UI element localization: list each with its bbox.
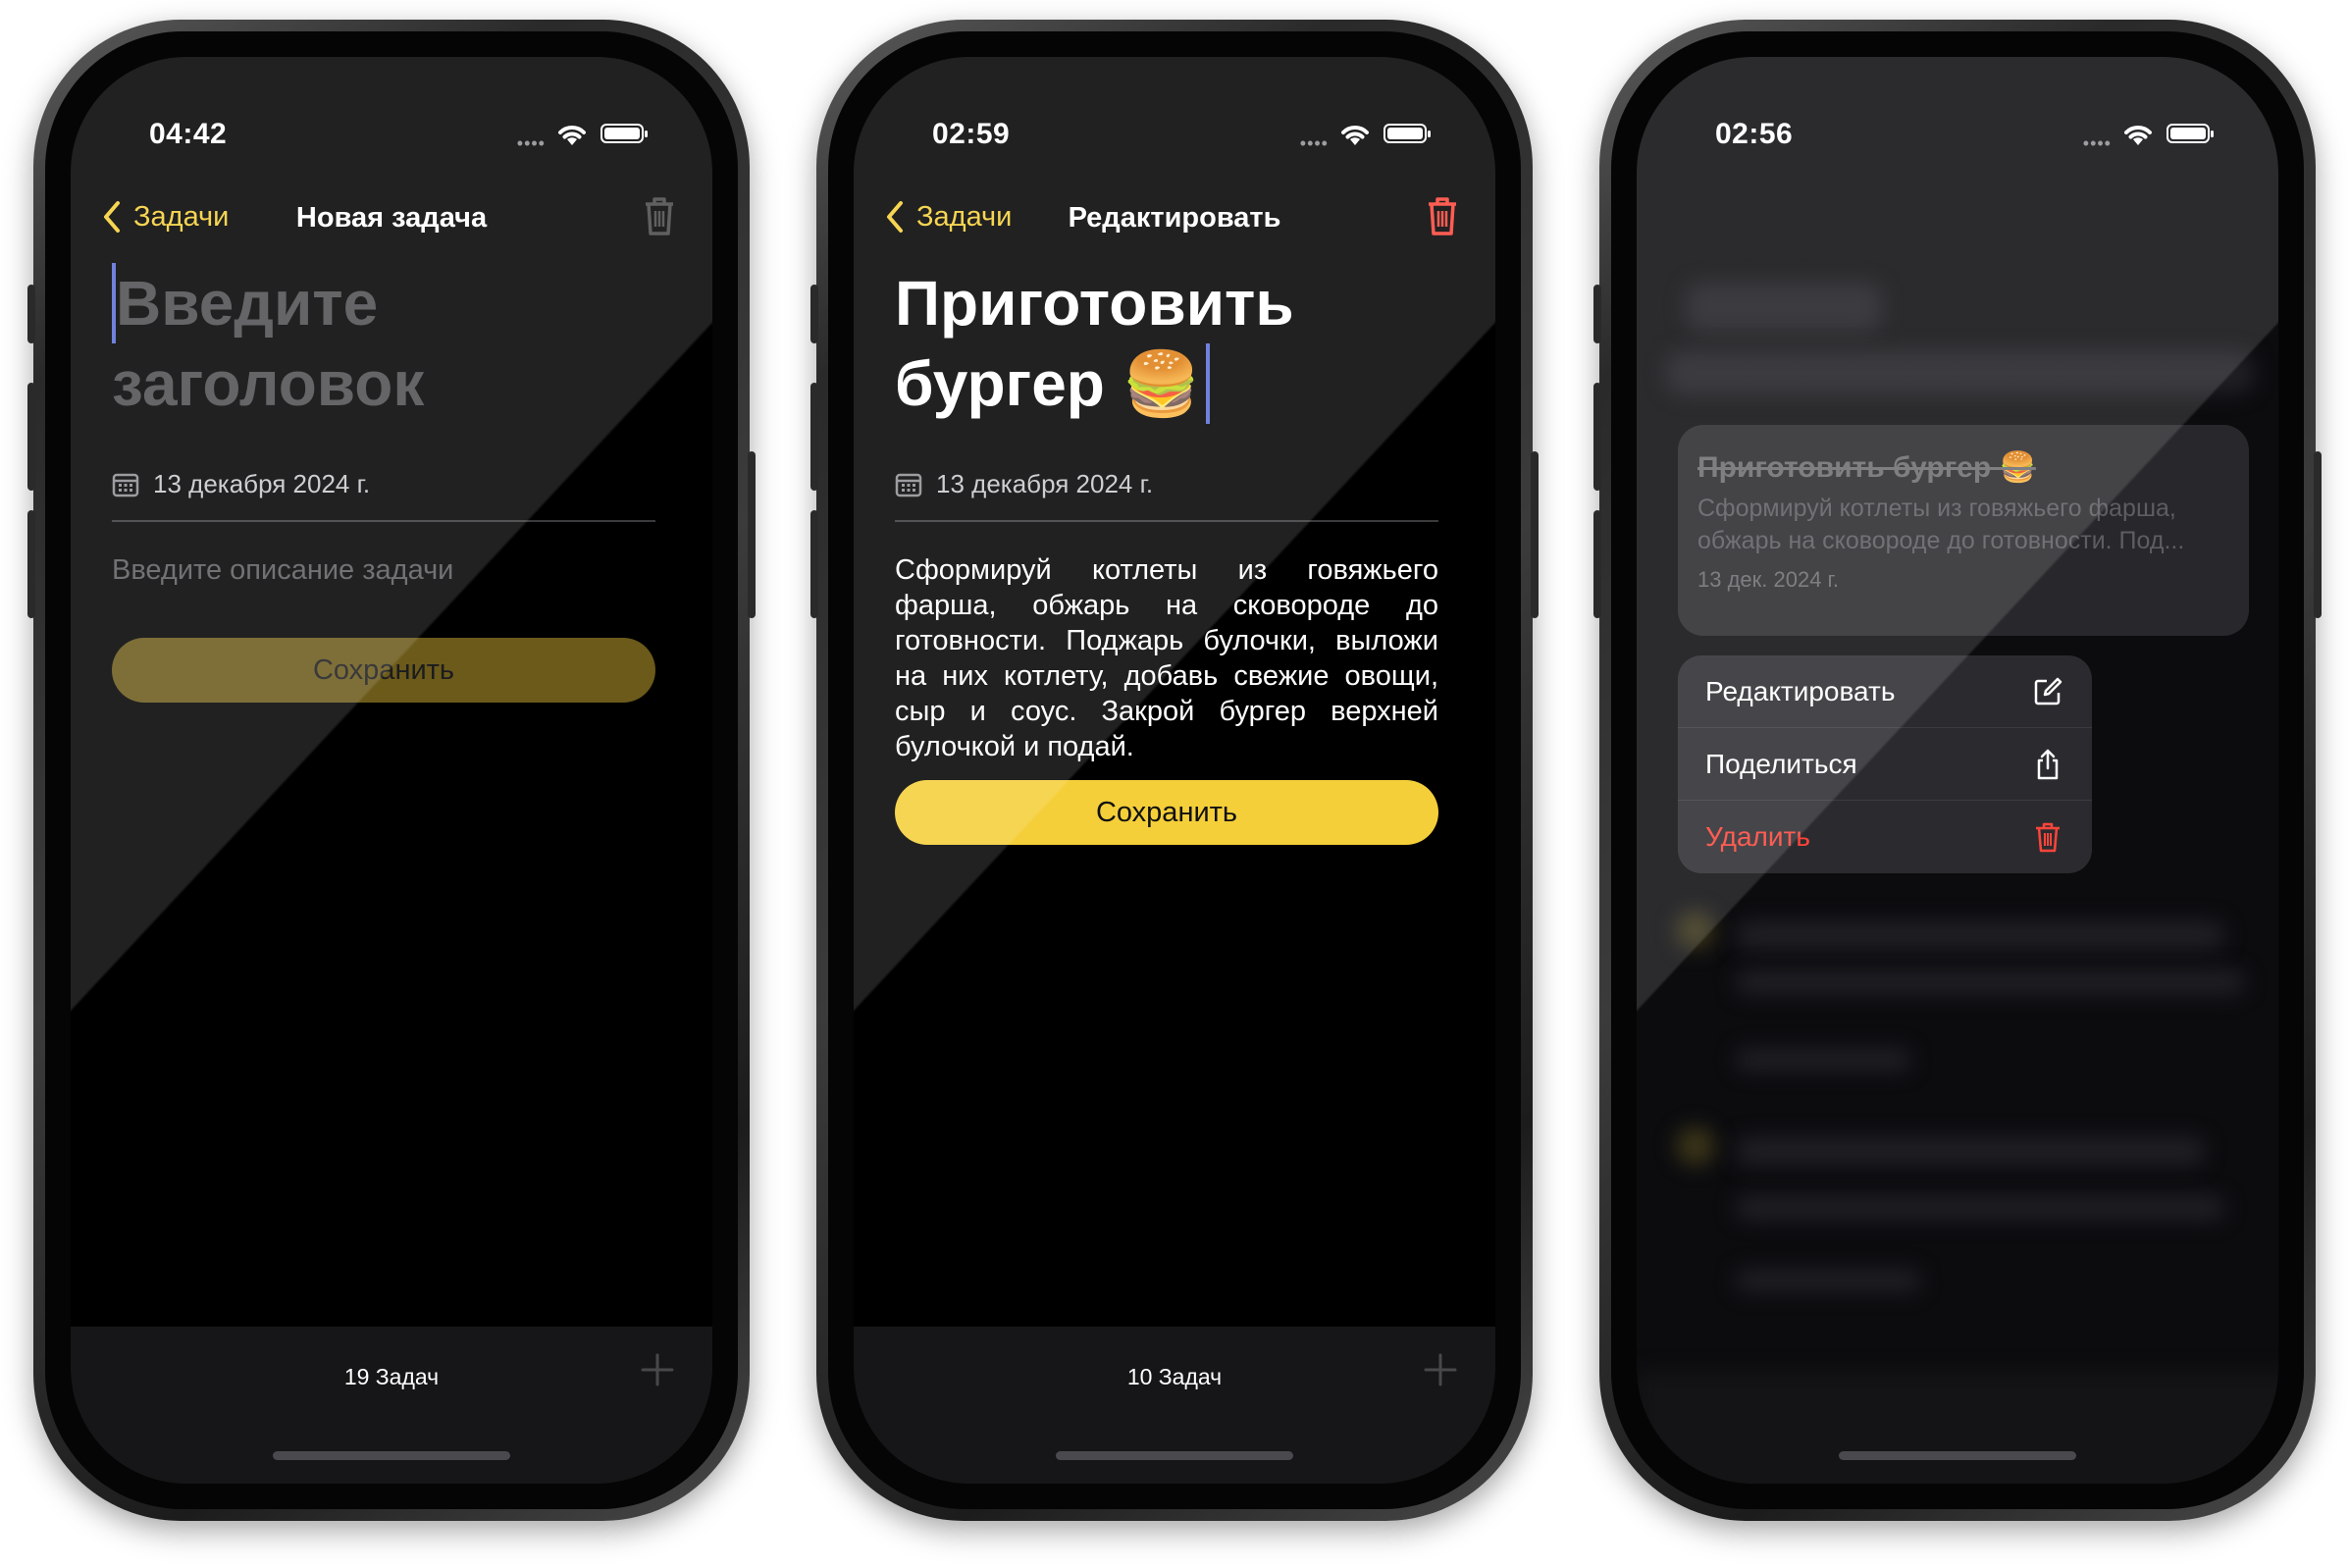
home-indicator[interactable] (1839, 1451, 2076, 1460)
blurred-search (1666, 351, 2255, 394)
task-date: 13 дек. 2024 г. (1697, 567, 1840, 592)
battery-icon (1383, 124, 1431, 143)
cellular-icon: •••• (516, 133, 546, 153)
bottom-toolbar: 19 Задач (71, 1327, 712, 1484)
date-row[interactable]: 13 декабря 2024 г. (895, 469, 1153, 499)
bezel: 02:59 •••• Задачи Редактировать Приготов… (828, 31, 1521, 1509)
status-time: 02:59 (932, 118, 1011, 150)
wifi-icon (2124, 126, 2152, 145)
blurred-row (1735, 969, 2245, 995)
blurred-checkbox (1676, 1126, 1715, 1166)
volume-down-button (27, 510, 35, 618)
status-bar: 02:56 •••• (1637, 118, 2278, 157)
blurred-checkbox (1676, 911, 1715, 950)
power-button (1531, 451, 1539, 618)
share-icon (2037, 749, 2059, 779)
action-button (1593, 285, 1601, 343)
edit-icon (2034, 677, 2062, 705)
home-indicator[interactable] (273, 1451, 510, 1460)
menu-item-edit[interactable]: Редактировать (1678, 655, 2092, 728)
screen: 02:56 •••• Приготовить бургер 🍔 Сформиру… (1637, 57, 2278, 1484)
blurred-row (1735, 920, 2225, 950)
divider (112, 520, 655, 522)
save-button[interactable]: Сохранить (112, 638, 655, 703)
home-indicator[interactable] (1056, 1451, 1293, 1460)
bezel: 02:56 •••• Приготовить бургер 🍔 Сформиру… (1611, 31, 2304, 1509)
calendar-icon (112, 473, 139, 497)
screen: 04:42 •••• Задачи Новая задача Введите з… (71, 57, 712, 1484)
description-input[interactable]: Введите описание задачи (112, 552, 655, 588)
status-bar: 04:42 •••• (71, 118, 712, 157)
screen: 02:59 •••• Задачи Редактировать Приготов… (854, 57, 1495, 1484)
date-row[interactable]: 13 декабря 2024 г. (112, 469, 370, 499)
cellular-icon: •••• (1299, 133, 1329, 153)
nav-title: Новая задача (295, 202, 488, 234)
volume-up-button (1593, 383, 1601, 491)
bezel: 04:42 •••• Задачи Новая задача Введите з… (45, 31, 738, 1509)
power-button (748, 451, 756, 618)
bottom-toolbar: 10 Задач (854, 1327, 1495, 1484)
title-placeholder-line2: заголовок (112, 348, 425, 419)
add-task-button[interactable] (1423, 1352, 1458, 1387)
wifi-icon (1341, 126, 1369, 145)
wifi-icon (558, 126, 586, 145)
volume-up-button (810, 383, 818, 491)
calendar-icon (895, 473, 922, 497)
menu-item-delete[interactable]: Удалить (1678, 801, 2092, 873)
date-text: 13 декабря 2024 г. (153, 469, 371, 498)
status-time: 04:42 (149, 118, 228, 150)
menu-item-label: Удалить (1705, 821, 1810, 852)
task-description: Сформируй котлеты из говяжьего фарша, об… (1697, 495, 2185, 554)
battery-icon (600, 124, 648, 143)
divider (895, 520, 1438, 522)
phone-context-menu: 02:56 •••• Приготовить бургер 🍔 Сформиру… (1593, 20, 2322, 1521)
trash-icon (2036, 822, 2060, 853)
task-count: 19 Задач (343, 1364, 440, 1389)
description-input[interactable]: Сформируй котлеты из говяжьего фарша, об… (895, 552, 1438, 764)
action-button (27, 285, 35, 343)
volume-down-button (810, 510, 818, 618)
context-menu: Редактировать Поделиться Удалить (1678, 655, 2092, 873)
title-placeholder-line1: Введите (116, 268, 379, 339)
phone-new-task: 04:42 •••• Задачи Новая задача Введите з… (27, 20, 756, 1521)
power-button (2314, 451, 2322, 618)
trash-icon[interactable] (1423, 194, 1462, 237)
status-time: 02:56 (1715, 118, 1794, 150)
trash-icon[interactable] (640, 194, 679, 237)
title-line1: Приготовить (895, 268, 1294, 339)
blurred-row (1735, 1269, 1921, 1292)
text-cursor (1206, 343, 1211, 424)
title-input[interactable]: Приготовить бургер 🍔 (895, 263, 1484, 424)
title-input[interactable]: Введите заголовок (112, 263, 701, 424)
volume-down-button (1593, 510, 1601, 618)
blurred-row (1735, 1136, 2206, 1166)
add-task-button[interactable] (640, 1352, 675, 1387)
date-text: 13 декабря 2024 г. (936, 469, 1154, 498)
status-bar: 02:59 •••• (854, 118, 1495, 157)
navigation-bar: Задачи Новая задача (71, 192, 712, 251)
bottom-area (1637, 1327, 2278, 1484)
blurred-row (1735, 1195, 2225, 1221)
navigation-bar: Задачи Редактировать (854, 192, 1495, 251)
task-preview-card[interactable]: Приготовить бургер 🍔 Сформируй котлеты и… (1678, 425, 2249, 636)
menu-item-label: Поделиться (1705, 748, 1857, 779)
blurred-heading (1686, 283, 1882, 332)
blurred-row (1735, 1048, 1911, 1071)
title-line2: бургер 🍔 (895, 348, 1201, 419)
menu-item-share[interactable]: Поделиться (1678, 728, 2092, 801)
action-button (810, 285, 818, 343)
nav-title: Редактировать (1068, 202, 1281, 234)
phone-edit-task: 02:59 •••• Задачи Редактировать Приготов… (810, 20, 1539, 1521)
task-title: Приготовить бургер 🍔 (1697, 451, 2036, 484)
menu-item-label: Редактировать (1705, 675, 1896, 706)
cellular-icon: •••• (2082, 133, 2112, 153)
task-count: 10 Задач (1126, 1364, 1223, 1389)
save-button[interactable]: Сохранить (895, 780, 1438, 845)
battery-icon (2166, 124, 2214, 143)
volume-up-button (27, 383, 35, 491)
